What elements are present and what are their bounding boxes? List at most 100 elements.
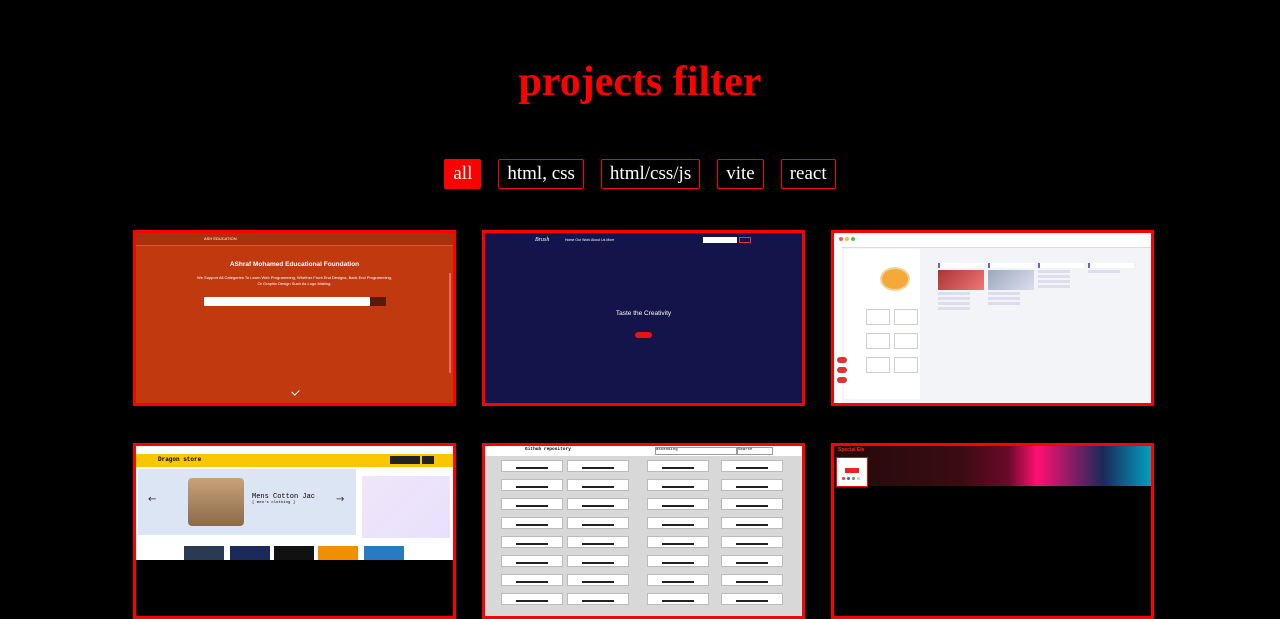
thumb-repo-pill <box>567 498 629 510</box>
project-card-store[interactable]: Dragon store Mens Cotton Jac [ men's clo… <box>133 443 456 619</box>
thumb-repo-pill <box>647 555 709 567</box>
thumb-repo-pill <box>501 574 563 586</box>
project-card-repos[interactable]: Github repository ascending Search <box>482 443 805 619</box>
thumb-login-button <box>390 456 420 464</box>
thumb-category <box>364 546 404 560</box>
thumb-menu-tile <box>866 333 890 349</box>
thumb-repo-pill <box>501 536 563 548</box>
thumb-product-sub: [ men's clothing ] <box>252 501 296 505</box>
thumb-tag: Special Ele <box>838 447 865 453</box>
thumb-repo-pill <box>721 574 783 586</box>
window-dot-icon <box>839 237 843 241</box>
thumb-brand: Dragon store <box>158 456 202 463</box>
arrow-left-icon: ← <box>148 494 157 505</box>
thumb-repo-pill <box>501 479 563 491</box>
thumb-illustration <box>362 476 450 538</box>
thumb-top-strip <box>136 446 453 454</box>
thumb-column <box>988 263 1034 383</box>
thumb-repo-pill <box>567 536 629 548</box>
thumb-search-button <box>370 297 386 306</box>
filter-vite-button[interactable]: vite <box>717 159 764 189</box>
thumb-topbar <box>834 233 1151 248</box>
window-dot-icon <box>845 237 849 241</box>
thumb-category <box>318 546 358 560</box>
thumb-repo-pill <box>501 460 563 472</box>
thumb-color-card <box>836 457 868 487</box>
thumb-profile-panel <box>844 249 920 399</box>
thumb-title: Github repository <box>525 447 571 452</box>
thumb-heading: AShraf Mohamed Educational Foundation <box>229 261 360 268</box>
thumb-search-input <box>204 297 370 306</box>
project-card-creativity[interactable]: Brush Home Our Work About Us More Taste … <box>482 230 805 406</box>
avatar <box>880 267 910 291</box>
project-card-special[interactable]: Special Ele <box>831 443 1154 619</box>
thumb-repo-pill <box>501 517 563 529</box>
thumb-repo-pill <box>647 593 709 605</box>
thumb-repo-pill <box>501 593 563 605</box>
projects-grid: ASH EDUCATION AShraf Mohamed Educational… <box>133 230 1154 619</box>
thumb-repo-pill <box>647 460 709 472</box>
thumb-subtext: We Support All Categories To Learn Web P… <box>136 275 453 287</box>
thumb-slider <box>138 469 356 535</box>
thumb-repo-pill <box>721 536 783 548</box>
color-dot-icon <box>847 477 850 480</box>
thumb-repo-pill <box>721 460 783 472</box>
color-dot-icon <box>852 477 855 480</box>
thumb-category <box>230 546 270 560</box>
thumb-repo-pill <box>647 536 709 548</box>
thumb-red-chip <box>837 367 847 373</box>
thumb-banner <box>834 446 1151 486</box>
thumb-navbar: ASH EDUCATION <box>136 233 453 246</box>
thumb-column <box>1088 263 1134 383</box>
project-card-education[interactable]: ASH EDUCATION AShraf Mohamed Educational… <box>133 230 456 406</box>
thumb-repo-pill <box>721 479 783 491</box>
thumb-color-label <box>845 468 859 473</box>
thumb-search-button <box>739 237 751 243</box>
thumb-logo: Brush <box>535 237 550 243</box>
thumb-red-chip <box>837 377 847 383</box>
thumb-repo-pill <box>721 593 783 605</box>
thumb-category <box>184 546 224 560</box>
thumb-brand: ASH EDUCATION <box>204 236 237 241</box>
thumb-column <box>938 263 984 383</box>
thumb-repo-pill <box>647 498 709 510</box>
filter-html-css-button[interactable]: html, css <box>498 159 584 189</box>
thumb-repo-pill <box>567 517 629 529</box>
filter-bar: all html, css html/css/js vite react <box>0 159 1280 189</box>
thumb-scrollbar <box>449 273 451 373</box>
thumb-search-input <box>703 237 737 243</box>
thumb-repo-pill <box>647 517 709 529</box>
thumb-product-image <box>188 478 244 526</box>
page-title: projects filter <box>518 59 762 105</box>
project-card-dashboard[interactable] <box>831 230 1154 406</box>
color-dot-icon <box>857 477 860 480</box>
color-dot-icon <box>842 477 845 480</box>
thumb-heading: Taste the Creativity <box>615 310 672 317</box>
filter-all-button[interactable]: all <box>444 159 482 189</box>
thumb-repo-pill <box>567 593 629 605</box>
thumb-repo-pill <box>647 479 709 491</box>
thumb-menu-tile <box>894 357 918 373</box>
thumb-menu-tile <box>894 333 918 349</box>
thumb-category <box>274 546 314 560</box>
thumb-red-chip <box>837 357 847 363</box>
thumb-product-name: Mens Cotton Jac <box>252 493 316 501</box>
thumb-repo-pill <box>501 555 563 567</box>
thumb-product-title: Mens Cotton Jac [ men's clothing ] <box>252 493 315 505</box>
window-dot-icon <box>851 237 855 241</box>
thumb-cta-button <box>635 332 652 338</box>
thumb-repo-pill <box>567 555 629 567</box>
thumb-subtext-line2: Or Graphic Design Such As Logo Making. <box>257 281 332 286</box>
filter-html-css-js-button[interactable]: html/css/js <box>600 159 701 189</box>
thumb-search-button: Search <box>737 447 773 455</box>
thumb-repo-pill <box>721 555 783 567</box>
thumb-menu-tile <box>866 309 890 325</box>
filter-react-button[interactable]: react <box>780 159 836 189</box>
thumb-column <box>1038 263 1084 383</box>
thumb-select: ascending <box>655 447 737 455</box>
thumb-repo-pill <box>647 574 709 586</box>
thumb-repo-pill <box>721 517 783 529</box>
thumb-repo-pill <box>567 479 629 491</box>
thumb-repo-pill <box>567 574 629 586</box>
thumb-nav-links: Home Our Work About Us More <box>565 238 615 242</box>
